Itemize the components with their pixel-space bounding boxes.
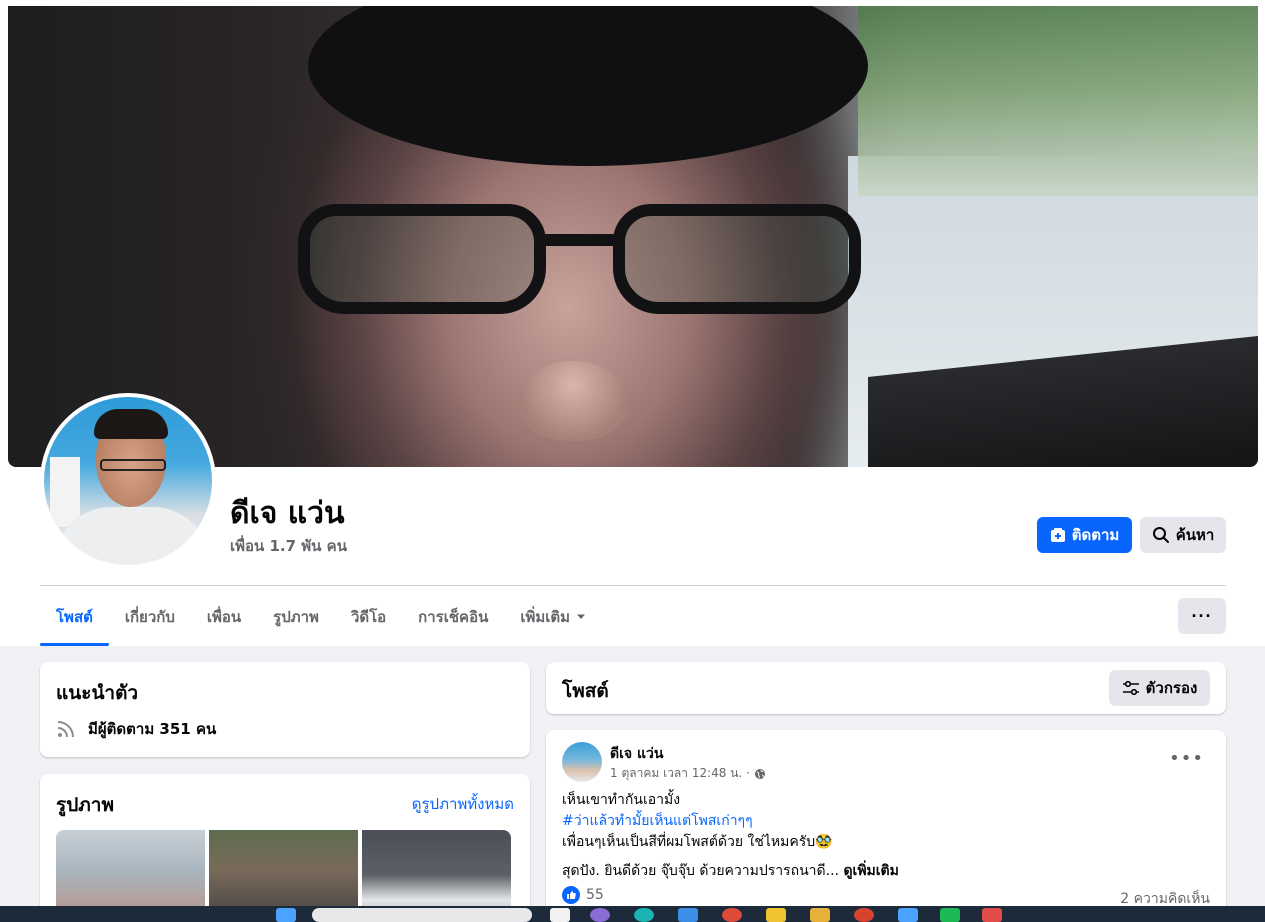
cover-bg-trees bbox=[858, 6, 1258, 196]
cover-photo[interactable] bbox=[8, 6, 1258, 467]
search-label: ค้นหา bbox=[1175, 527, 1215, 544]
post-line: สุดปัง. ยินดีด้วย จุ๊บจุ๊บ ด้วยความปรารถ… bbox=[562, 863, 839, 879]
post-line-preview: สุดปัง. ยินดีด้วย จุ๊บจุ๊บ ด้วยความปรารถ… bbox=[562, 861, 1202, 882]
post-author-avatar[interactable] bbox=[562, 742, 602, 782]
post-hashtag[interactable]: #ว่าแล้วทำมั้ยเห็นแต่โพสเก่าๆๆ bbox=[562, 811, 1202, 832]
rss-followers-icon bbox=[57, 721, 74, 738]
cover-glasses-left bbox=[298, 204, 546, 314]
tab-more-label: เพิ่มเติม bbox=[520, 608, 571, 626]
tab-videos[interactable]: วิดีโอ bbox=[335, 588, 402, 646]
line-app-icon[interactable] bbox=[940, 908, 960, 922]
reactions-summary[interactable]: 55 bbox=[562, 886, 604, 904]
taskbar-search-box[interactable] bbox=[312, 908, 532, 922]
app-icon[interactable] bbox=[634, 908, 654, 922]
filter-button[interactable]: ตัวกรอง bbox=[1109, 670, 1210, 706]
tab-friends[interactable]: เพื่อน bbox=[191, 588, 257, 646]
post-card: ดีเจ แว่น 1 ตุลาคม เวลา 12:48 น. · ••• เ… bbox=[546, 730, 1226, 922]
profile-avatar[interactable] bbox=[40, 393, 216, 569]
follow-label: ติดตาม bbox=[1071, 527, 1120, 544]
avatar-hair bbox=[94, 409, 168, 439]
folder-icon[interactable] bbox=[810, 908, 830, 922]
post-meta: 1 ตุลาคม เวลา 12:48 น. · bbox=[610, 764, 766, 783]
follow-button[interactable]: ติดตาม bbox=[1037, 517, 1132, 553]
app-icon[interactable] bbox=[722, 908, 742, 922]
filter-label: ตัวกรอง bbox=[1145, 680, 1198, 697]
tab-about[interactable]: เกี่ยวกับ bbox=[109, 588, 191, 646]
like-icon bbox=[562, 886, 580, 904]
post-line: เพื่อนๆเห็นเป็นสีที่ผมโพสต์ด้วย ใช่ไหมคร… bbox=[562, 834, 833, 850]
caret-down-icon bbox=[577, 614, 586, 619]
follow-icon bbox=[1050, 528, 1065, 542]
photos-title: รูปภาพ bbox=[56, 794, 114, 816]
intro-card: แนะนำตัว มีผู้ติดตาม 351 คน bbox=[40, 662, 530, 757]
tab-photos[interactable]: รูปภาพ bbox=[257, 588, 335, 646]
post-body: เห็นเขาทำกันเอามั้ง #ว่าแล้วทำมั้ยเห็นแต… bbox=[562, 790, 1202, 882]
app-icon[interactable] bbox=[766, 908, 786, 922]
tab-posts[interactable]: โพสต์ bbox=[40, 588, 109, 646]
cover-glasses-right bbox=[613, 204, 861, 314]
header-divider bbox=[40, 585, 1226, 586]
post-timestamp[interactable]: 1 ตุลาคม เวลา 12:48 น. · bbox=[610, 764, 750, 783]
intro-title: แนะนำตัว bbox=[56, 682, 139, 704]
followers-count[interactable]: มีผู้ติดตาม 351 คน bbox=[88, 717, 216, 741]
app-icon[interactable] bbox=[590, 908, 610, 922]
cover-nose bbox=[518, 361, 628, 441]
tab-checkins[interactable]: การเช็คอิน bbox=[402, 588, 504, 646]
post-author-name[interactable]: ดีเจ แว่น bbox=[610, 743, 663, 765]
see-more-link[interactable]: ดูเพิ่มเติม bbox=[843, 863, 898, 879]
post-line: เห็นเขาทำกันเอามั้ง bbox=[562, 792, 681, 808]
os-taskbar bbox=[0, 906, 1265, 922]
friends-count[interactable]: เพื่อน 1.7 พัน คน bbox=[230, 534, 347, 558]
task-view-icon[interactable] bbox=[550, 908, 570, 922]
filter-sliders-icon bbox=[1122, 680, 1139, 696]
photos-card: รูปภาพ ดูรูปภาพทั้งหมด bbox=[40, 774, 530, 922]
profile-header: ดีเจ แว่น เพื่อน 1.7 พัน คน ติดตาม ค้นหา… bbox=[0, 0, 1265, 646]
app-icon[interactable] bbox=[898, 908, 918, 922]
tab-checkins-label: การเช็คอิน bbox=[418, 608, 489, 626]
globe-icon bbox=[754, 768, 765, 779]
followers-row: มีผู้ติดตาม 351 คน bbox=[56, 717, 216, 741]
tab-posts-label: โพสต์ bbox=[56, 608, 93, 626]
profile-tabs: โพสต์ เกี่ยวกับ เพื่อน รูปภาพ วิดีโอ การ… bbox=[40, 588, 602, 646]
app-icon[interactable] bbox=[982, 908, 1002, 922]
avatar-glasses bbox=[100, 459, 166, 471]
tab-about-label: เกี่ยวกับ bbox=[124, 608, 175, 626]
app-icon[interactable] bbox=[678, 908, 698, 922]
start-icon[interactable] bbox=[276, 908, 296, 922]
browser-icon[interactable] bbox=[854, 908, 874, 922]
tab-more[interactable]: เพิ่มเติม bbox=[504, 588, 602, 646]
cover-glasses-bridge bbox=[540, 234, 620, 246]
tab-friends-label: เพื่อน bbox=[206, 608, 242, 626]
tab-photos-label: รูปภาพ bbox=[273, 608, 319, 626]
see-all-photos-link[interactable]: ดูรูปภาพทั้งหมด bbox=[412, 792, 514, 816]
profile-name: ดีเจ แว่น bbox=[230, 496, 345, 531]
search-icon bbox=[1152, 527, 1169, 543]
tab-videos-label: วิดีโอ bbox=[350, 608, 387, 626]
likes-count: 55 bbox=[586, 887, 604, 903]
more-options-button[interactable]: ··· bbox=[1178, 598, 1226, 634]
more-dots-icon: ··· bbox=[1191, 605, 1213, 626]
posts-title: โพสต์ bbox=[562, 680, 609, 702]
post-options-icon[interactable]: ••• bbox=[1169, 748, 1204, 769]
search-button[interactable]: ค้นหา bbox=[1140, 517, 1226, 553]
avatar-bg-panel bbox=[50, 457, 80, 527]
posts-header-card: โพสต์ ตัวกรอง bbox=[546, 662, 1226, 714]
